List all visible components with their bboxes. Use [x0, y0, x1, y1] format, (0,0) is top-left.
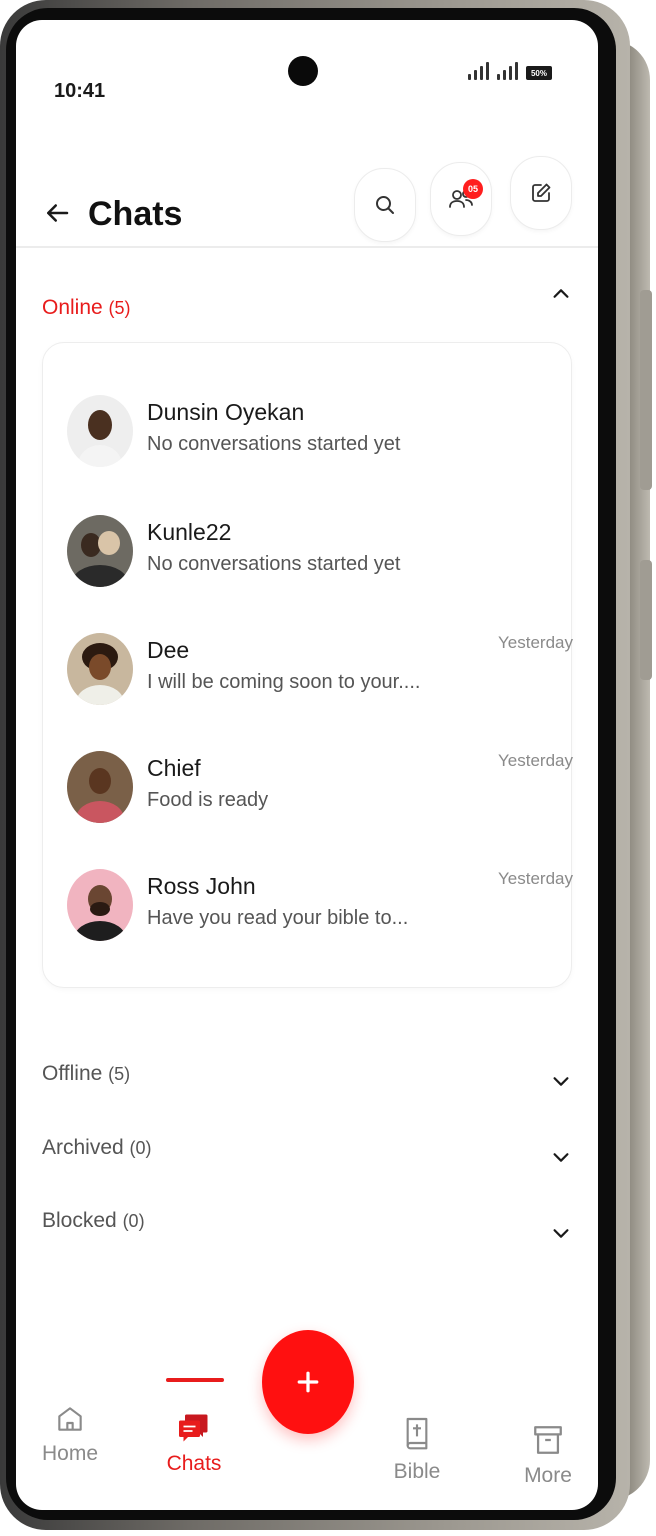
groups-badge: 05: [463, 179, 483, 199]
chat-row-chief[interactable]: Chief Food is ready Yesterday: [43, 751, 573, 851]
archived-count: (0): [129, 1138, 152, 1158]
nav-home[interactable]: Home: [38, 1402, 102, 1466]
archived-section-header[interactable]: Archived (0): [42, 1136, 152, 1160]
search-button[interactable]: [354, 168, 416, 242]
chat-message: No conversations started yet: [147, 553, 401, 575]
page-title: Chats: [88, 195, 183, 233]
chat-row-ross[interactable]: Ross John Have you read your bible to...…: [43, 869, 573, 969]
chat-time: Yesterday: [498, 751, 573, 770]
chevron-up-icon[interactable]: [550, 283, 572, 305]
nav-bible[interactable]: Bible: [388, 1416, 446, 1484]
online-section-header[interactable]: Online (5): [42, 296, 131, 320]
battery-icon: 50%: [526, 66, 552, 80]
archive-box-icon: [534, 1426, 562, 1454]
chevron-down-icon[interactable]: [550, 1070, 572, 1092]
arrow-left-icon[interactable]: [42, 198, 72, 228]
edit-icon: [532, 183, 551, 202]
header: Chats 05: [16, 140, 598, 250]
chat-time: Yesterday: [498, 869, 573, 888]
chat-bubbles-icon: [179, 1414, 208, 1442]
phone-power-button: [640, 560, 652, 680]
avatar: [67, 633, 133, 705]
search-icon: [376, 196, 394, 214]
signal-icon: [468, 62, 489, 80]
phone-volume-button: [640, 290, 652, 490]
chat-name: Ross John: [147, 873, 256, 899]
chat-name: Dunsin Oyekan: [147, 399, 305, 425]
signal-icon-2: [497, 62, 518, 80]
chat-row-dee[interactable]: Dee I will be coming soon to your.... Ye…: [43, 633, 573, 733]
avatar: [67, 751, 133, 823]
chat-message: Food is ready: [147, 789, 269, 811]
chat-message: No conversations started yet: [147, 433, 401, 455]
nav-chats-label: Chats: [166, 1452, 222, 1475]
chat-row-kunle[interactable]: Kunle22 No conversations started yet: [43, 515, 573, 615]
front-camera: [288, 56, 318, 86]
offline-label: Offline: [42, 1062, 103, 1085]
offline-count: (5): [108, 1064, 131, 1084]
chat-name: Dee: [147, 637, 190, 663]
nav-chats[interactable]: Chats: [162, 1410, 226, 1476]
status-time: 10:41: [54, 80, 106, 102]
chevron-down-icon[interactable]: [550, 1146, 572, 1168]
online-chat-list: Dunsin Oyekan No conversations started y…: [42, 342, 573, 988]
chat-time: Yesterday: [498, 633, 573, 652]
avatar: [67, 869, 133, 941]
avatar: [67, 395, 133, 467]
online-count: (5): [108, 298, 131, 318]
blocked-count: (0): [122, 1211, 145, 1231]
status-icons: 50%: [468, 62, 552, 80]
chat-name: Kunle22: [147, 519, 232, 545]
active-tab-indicator: [166, 1378, 224, 1382]
home-icon: [58, 1407, 82, 1431]
avatar: [67, 515, 133, 587]
blocked-label: Blocked: [42, 1209, 117, 1232]
chat-message: I will be coming soon to your....: [147, 671, 421, 693]
compose-button[interactable]: [510, 156, 572, 230]
nav-bible-label: Bible: [393, 1460, 441, 1483]
online-label: Online: [42, 296, 103, 319]
chevron-down-icon[interactable]: [550, 1222, 572, 1244]
phone-screen: 10:41 50% Chats 05 Online (5) Dunsin Oye…: [16, 20, 598, 1510]
header-divider: [16, 246, 598, 248]
offline-section-header[interactable]: Offline (5): [42, 1062, 130, 1086]
nav-more-label: More: [524, 1464, 572, 1487]
chat-row-dunsin[interactable]: Dunsin Oyekan No conversations started y…: [43, 395, 573, 495]
blocked-section-header[interactable]: Blocked (0): [42, 1209, 145, 1233]
nav-home-label: Home: [41, 1442, 99, 1465]
chat-message: Have you read your bible to...: [147, 907, 409, 929]
bible-icon: [406, 1417, 428, 1450]
nav-more[interactable]: More: [518, 1422, 578, 1488]
chat-name: Chief: [147, 755, 201, 781]
bottom-nav: Home Chats Bible More: [16, 1378, 598, 1510]
archived-label: Archived: [42, 1136, 124, 1159]
groups-button[interactable]: 05: [430, 162, 492, 236]
